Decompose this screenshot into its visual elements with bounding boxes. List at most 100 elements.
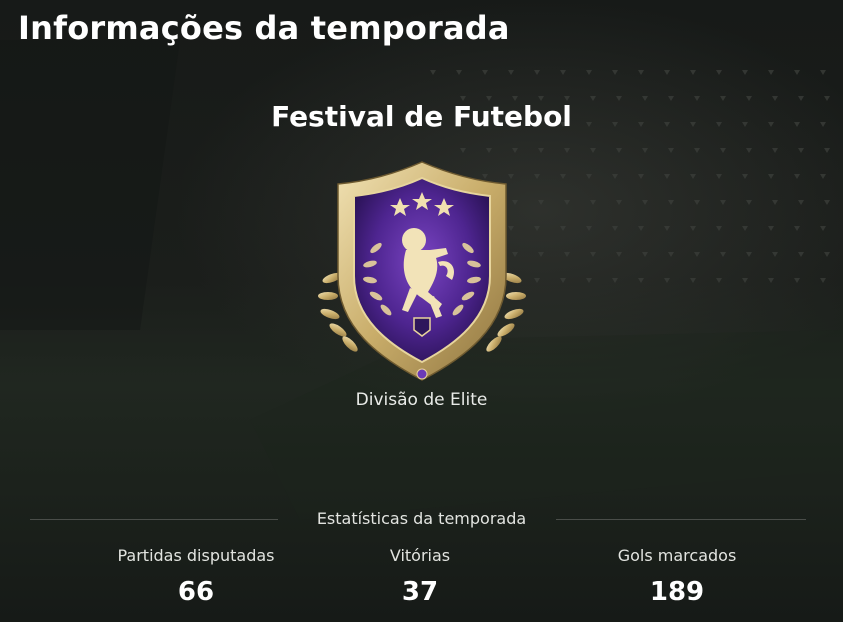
background-dot [742,70,748,75]
background-dot [664,174,670,179]
background-dot [586,226,592,231]
background-dot [538,200,544,205]
background-dot [616,252,622,257]
divider-right [556,519,806,520]
background-dot [720,252,726,257]
background-dot [664,70,670,75]
background-dot [560,174,566,179]
background-dot [590,200,596,205]
background-dot [534,174,540,179]
stat-value: 189 [649,577,705,607]
background-dot [534,70,540,75]
background-dot [616,148,622,153]
background-dot [794,70,800,75]
background-dot [664,226,670,231]
background-dot [820,174,826,179]
background-dot [668,252,674,257]
stat-value: 37 [401,577,439,607]
background-dot [768,278,774,283]
background-dot [534,226,540,231]
background-dot [694,148,700,153]
background-dot [824,252,830,257]
background-dot [664,278,670,283]
background-dot [798,200,804,205]
background-dot [638,174,644,179]
background-dot [772,200,778,205]
background-dot [720,148,726,153]
background-dot [668,148,674,153]
background-dot [768,174,774,179]
background-dot [590,252,596,257]
stat-value: 66 [177,577,215,607]
background-dot [820,70,826,75]
background-dot [538,148,544,153]
background-dot [508,70,514,75]
background-dot [456,70,462,75]
background-dot [612,278,618,283]
background-dot [690,70,696,75]
background-dot [534,278,540,283]
background-dot [820,226,826,231]
background-dot [720,200,726,205]
background-dot [560,226,566,231]
background-dot [482,70,488,75]
stat-label: Gols marcados [617,546,737,565]
background-dot [824,200,830,205]
background-dot [742,174,748,179]
background-dot [694,252,700,257]
background-dot [612,70,618,75]
background-dot [746,252,752,257]
background-dot [612,174,618,179]
elite-division-lion-crest-icon [318,161,526,381]
stat-matches-played: Partidas disputadas 66 [76,544,316,610]
background-dot [642,200,648,205]
background-dot [794,226,800,231]
background-dot [772,148,778,153]
background-dot [564,148,570,153]
background-dot [638,226,644,231]
background-dot [768,226,774,231]
background-dot [772,252,778,257]
background-dot [638,70,644,75]
stat-label: Vitórias [389,546,451,565]
background-dot [742,226,748,231]
background-dot [746,200,752,205]
background-dot [560,70,566,75]
background-dot [586,278,592,283]
background-dot [586,70,592,75]
background-dot [716,70,722,75]
background-dot [564,252,570,257]
stat-goals-scored: Gols marcados 189 [557,544,797,610]
background-dot [690,278,696,283]
background-dot [612,226,618,231]
background-dot [824,148,830,153]
background-dot [430,70,436,75]
background-dot [538,252,544,257]
background-dot [668,200,674,205]
background-dot [486,148,492,153]
background-dot [590,148,596,153]
background-dot [794,174,800,179]
background-dot [616,200,622,205]
background-dot [586,174,592,179]
background-dot [742,278,748,283]
background-dot [642,252,648,257]
background-dot [460,148,466,153]
background-dot [694,200,700,205]
background-dot [820,278,826,283]
background-dot [560,278,566,283]
division-label: Divisão de Elite [355,390,488,410]
background-dot [642,148,648,153]
background-dot [798,148,804,153]
background-dot [638,278,644,283]
background-dot [716,226,722,231]
background-dot [716,278,722,283]
season-name: Festival de Futebol [271,100,572,133]
background-dot [690,174,696,179]
background-dot [746,148,752,153]
background-dot [690,226,696,231]
background-dot [716,174,722,179]
stat-wins: Vitórias 37 [300,544,540,610]
background-dot [794,278,800,283]
background-dot [768,70,774,75]
